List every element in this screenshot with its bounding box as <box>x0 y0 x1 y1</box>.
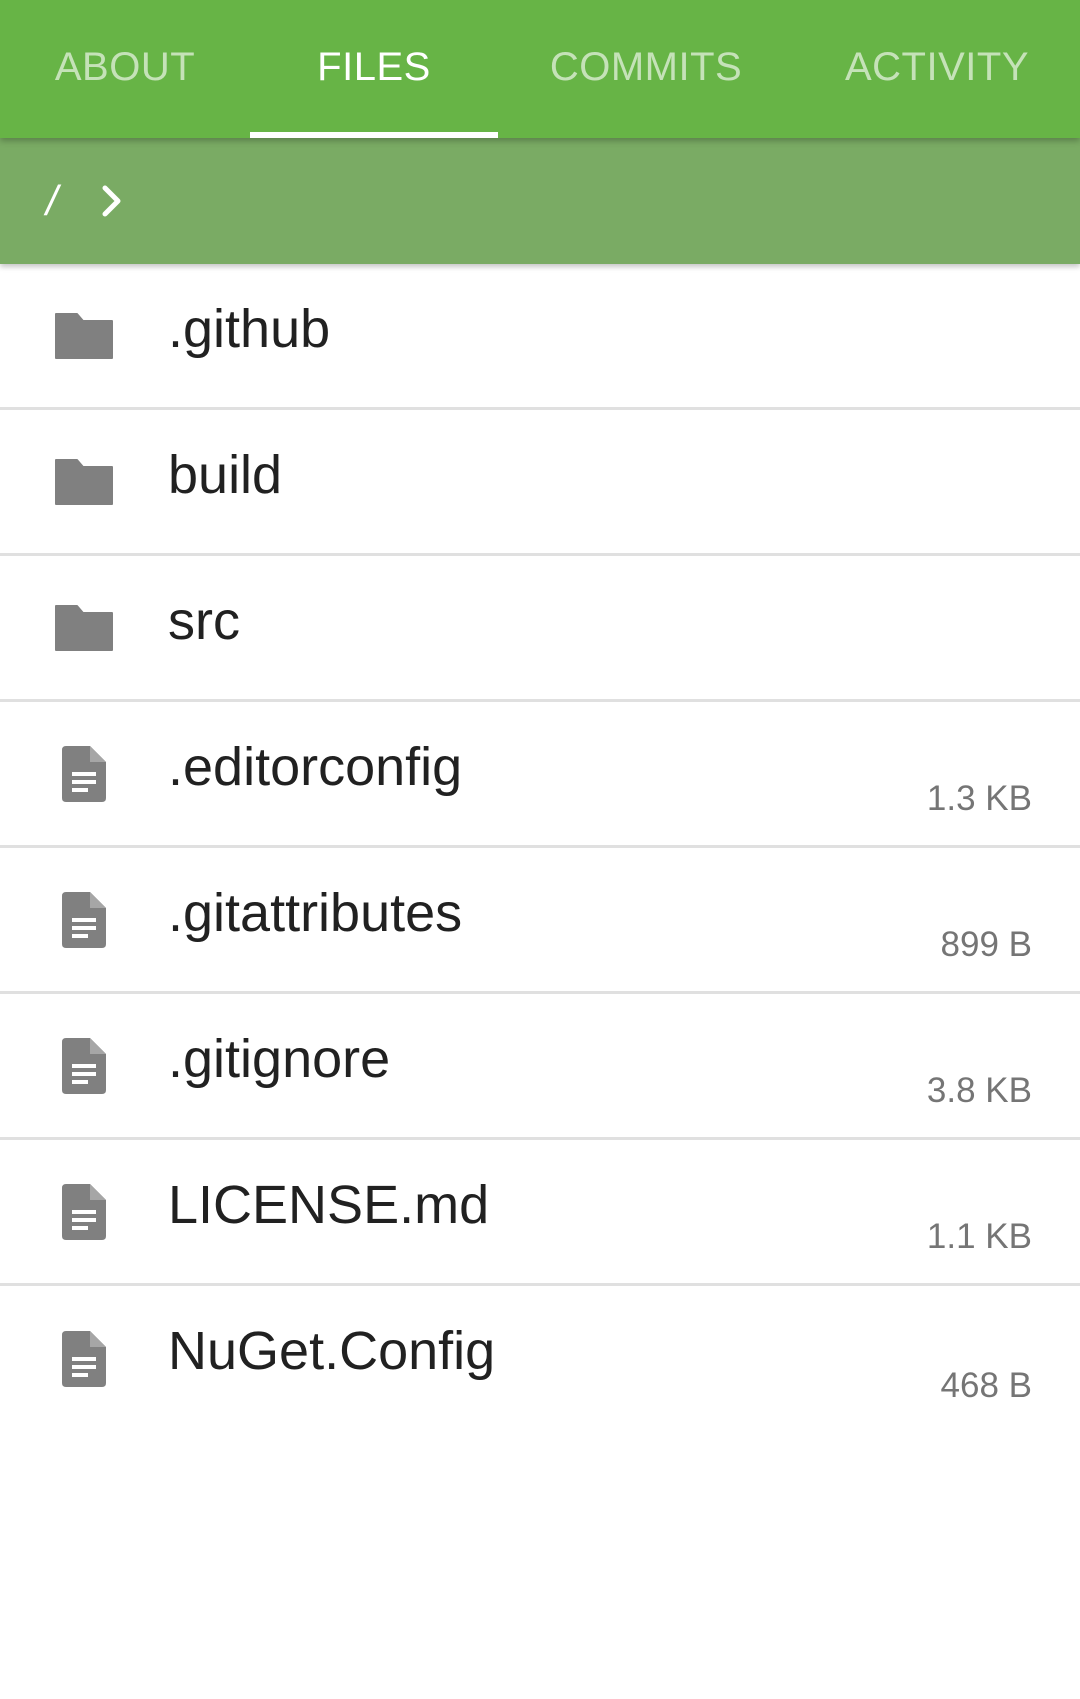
tab-about-label: ABOUT <box>54 44 196 89</box>
file-size: 3.8 KB <box>926 1071 1032 1110</box>
file-size: 468 B <box>940 1366 1032 1405</box>
chevron-right-icon <box>98 181 126 221</box>
tab-activity-label: ACTIVITY <box>844 44 1030 89</box>
folder-icon <box>52 596 116 660</box>
breadcrumb-root[interactable]: / <box>46 177 58 225</box>
tab-commits-label: COMMITS <box>549 44 743 89</box>
tab-indicator <box>250 132 498 138</box>
file-name: LICENSE.md <box>168 1175 490 1235</box>
folder-row[interactable]: build <box>0 410 1080 556</box>
file-name: NuGet.Config <box>168 1321 496 1381</box>
folder-icon <box>52 450 116 514</box>
file-name: .github <box>168 299 331 359</box>
file-size: 899 B <box>940 925 1032 964</box>
file-row[interactable]: NuGet.Config 468 B <box>0 1286 1080 1432</box>
folder-icon <box>52 304 116 368</box>
file-row[interactable]: LICENSE.md 1.1 KB <box>0 1140 1080 1286</box>
file-name: .editorconfig <box>168 737 463 797</box>
file-row[interactable]: .editorconfig 1.3 KB <box>0 702 1080 848</box>
file-size: 1.1 KB <box>926 1217 1032 1256</box>
file-name: .gitignore <box>168 1029 391 1089</box>
tab-bar: ABOUT FILES COMMITS ACTIVITY <box>0 0 1080 138</box>
breadcrumb: / <box>0 138 1080 264</box>
file-icon <box>52 888 116 952</box>
file-icon <box>52 1180 116 1244</box>
file-name: src <box>168 591 240 651</box>
tab-files-label: FILES <box>317 44 431 89</box>
tab-activity[interactable]: ACTIVITY <box>794 0 1080 138</box>
folder-row[interactable]: src <box>0 556 1080 702</box>
file-name: .gitattributes <box>168 883 463 943</box>
tab-files[interactable]: FILES <box>250 0 498 138</box>
app-root: ABOUT FILES COMMITS ACTIVITY / .github bu… <box>0 0 1080 1699</box>
folder-row[interactable]: .github <box>0 264 1080 410</box>
file-icon <box>52 1034 116 1098</box>
file-name: build <box>168 445 283 505</box>
file-row[interactable]: .gitignore 3.8 KB <box>0 994 1080 1140</box>
file-icon <box>52 1327 116 1391</box>
file-icon <box>52 742 116 806</box>
file-list: .github build src .editorconfig 1.3 KB .gitat… <box>0 264 1080 1432</box>
tab-commits[interactable]: COMMITS <box>498 0 794 138</box>
tab-about[interactable]: ABOUT <box>0 0 250 138</box>
file-row[interactable]: .gitattributes 899 B <box>0 848 1080 994</box>
file-size: 1.3 KB <box>926 779 1032 818</box>
